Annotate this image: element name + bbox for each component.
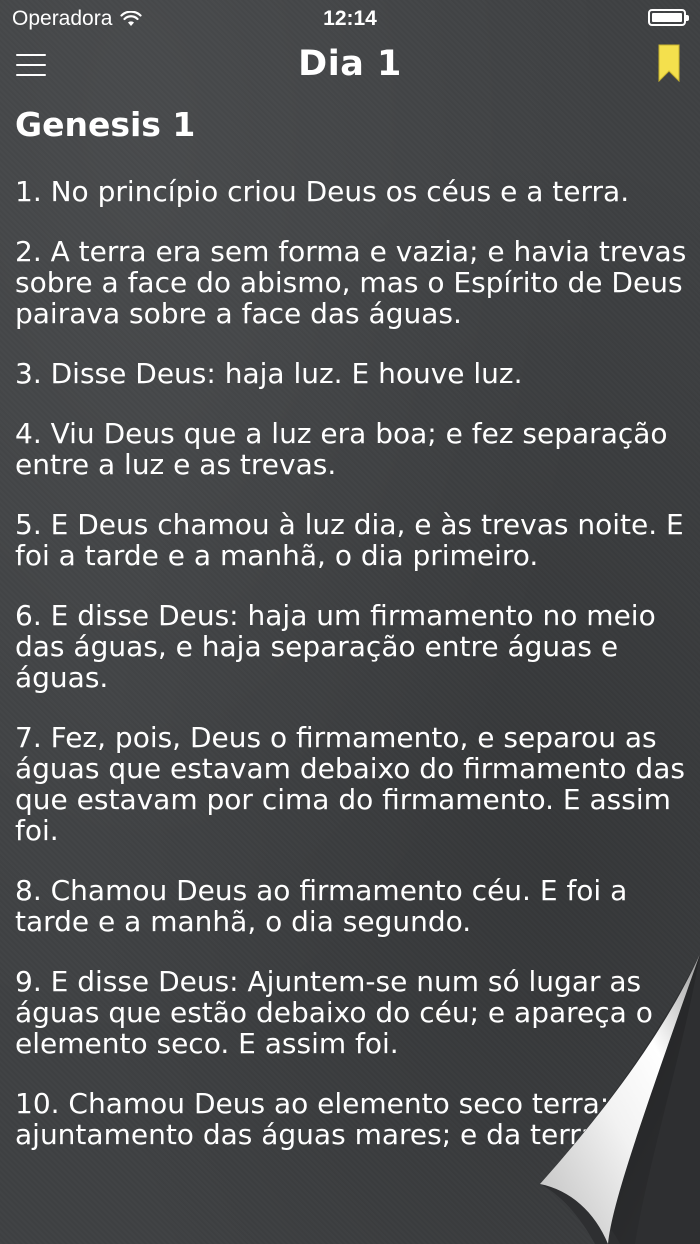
battery-icon	[648, 9, 689, 26]
status-bar: Operadora 12:14	[0, 0, 700, 36]
verse: 5. E Deus chamou à luz dia, e às trevas …	[15, 508, 684, 572]
verse: 2. A terra era sem forma e vazia; e havi…	[15, 235, 687, 330]
verse: 10. Chamou Deus ao elemento seco terra; …	[15, 1087, 679, 1151]
verse: 6. E disse Deus: haja um firmamento no m…	[15, 599, 656, 694]
status-time: 12:14	[323, 7, 377, 30]
reading-content: Genesis 1 1. No princípio criou Deus os …	[15, 104, 690, 1179]
verse: 3. Disse Deus: haja luz. E houve luz.	[15, 357, 523, 390]
verse: 4. Viu Deus que a luz era boa; e fez sep…	[15, 417, 668, 481]
chapter-title: Genesis 1	[15, 105, 196, 144]
verse: 9. E disse Deus: Ajuntem-se num só lugar…	[15, 965, 653, 1060]
verse: 8. Chamou Deus ao firmamento céu. E foi …	[15, 874, 628, 938]
nav-bar: Dia 1	[0, 36, 700, 96]
page-title: Dia 1	[298, 44, 402, 84]
bookmark-icon[interactable]	[658, 44, 680, 82]
verse: 1. No princípio criou Deus os céus e a t…	[15, 175, 630, 208]
verse: 7. Fez, pois, Deus o firmamento, e separ…	[15, 721, 685, 847]
